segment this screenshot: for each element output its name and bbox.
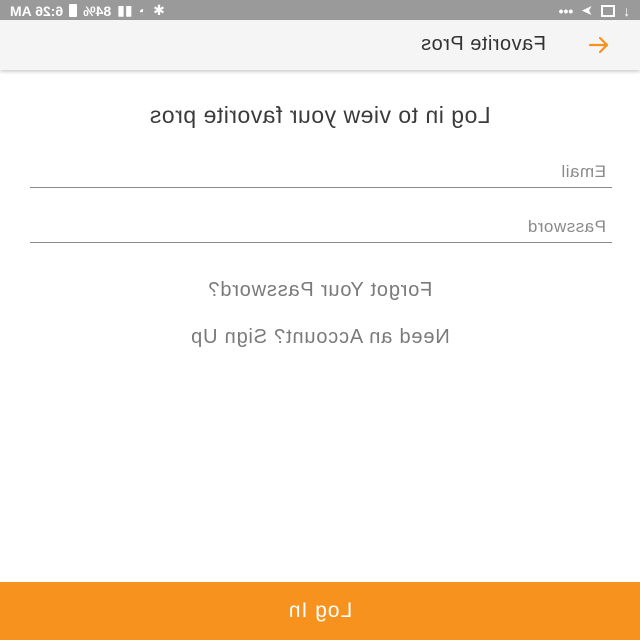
back-button[interactable]: [584, 30, 614, 60]
download-icon: ↓: [623, 2, 630, 19]
app-bar: Favorite Pros: [0, 20, 640, 70]
login-heading: Log in to view your favorite pros: [149, 102, 491, 128]
battery-icon: [69, 4, 78, 17]
gallery-icon: [601, 4, 615, 17]
wifi-icon: ◔: [138, 2, 148, 19]
login-button[interactable]: Log In: [0, 582, 640, 640]
arrow-left-icon: [588, 36, 609, 54]
page-title: Favorite Pros: [420, 33, 546, 55]
forgot-password-link[interactable]: Forgot Your Password?: [0, 279, 640, 302]
sign-up-link[interactable]: Need an Account? Sign Up: [0, 326, 640, 349]
status-notifications: ↓ ➤ •••: [559, 2, 630, 19]
battery-percentage: 84%: [83, 2, 112, 19]
signal-icon: ▮▮: [117, 2, 133, 18]
status-system: ✱ ◔ ▮▮ 84% 6:26 AM: [10, 2, 165, 19]
clock: 6:26 AM: [10, 2, 64, 19]
more-notifications-icon: •••: [558, 2, 574, 19]
status-bar: ↓ ➤ ••• ✱ ◔ ▮▮ 84% 6:26 AM: [0, 0, 640, 20]
send-icon: ➤: [581, 2, 593, 18]
app-screen: ↓ ➤ ••• ✱ ◔ ▮▮ 84% 6:26 AM Favorite Pros…: [0, 0, 640, 640]
email-field[interactable]: [30, 158, 612, 188]
bluetooth-icon: ✱: [153, 2, 165, 18]
password-field[interactable]: [30, 213, 612, 243]
